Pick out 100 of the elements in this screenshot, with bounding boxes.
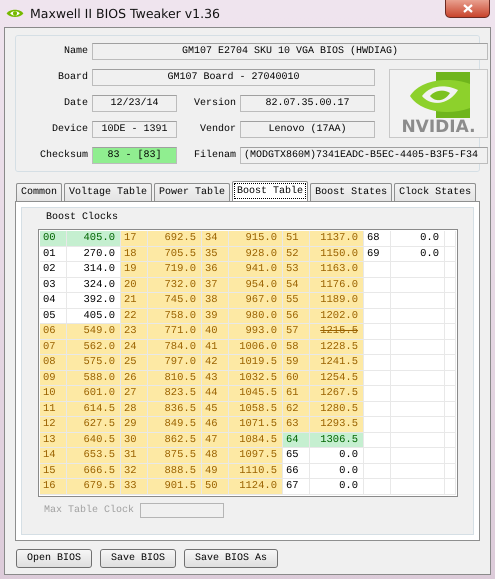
clock-cell[interactable]: 810.5	[148, 370, 202, 386]
clock-cell[interactable]: 1006.0	[229, 340, 283, 355]
clock-cell[interactable]: 1228.5	[310, 340, 364, 355]
index-cell: 68	[364, 231, 391, 246]
clock-cell[interactable]: 1084.5	[229, 432, 283, 448]
clock-cell[interactable]: 1202.0	[310, 308, 364, 324]
clock-cell[interactable]: 888.5	[148, 464, 202, 479]
clock-cell[interactable]: 915.0	[229, 231, 283, 246]
clock-cell[interactable]: 862.5	[148, 432, 202, 448]
index-cell: 21	[121, 293, 148, 308]
clock-cell[interactable]: 954.0	[229, 278, 283, 293]
clock-cell[interactable]: 836.5	[148, 402, 202, 417]
vendor-label: Vendor	[198, 124, 236, 135]
index-cell: 20	[121, 278, 148, 293]
tab[interactable]: Boost Table	[232, 181, 308, 201]
clock-cell[interactable]: 823.5	[148, 386, 202, 402]
clock-cell[interactable]: 1215.5	[310, 324, 364, 340]
clock-cell[interactable]: 1150.0	[310, 246, 364, 262]
filename-field[interactable]: (MODGTX860M)7341EADC-B5EC-4405-B3F5-F34	[240, 147, 488, 164]
clock-cell[interactable]: 405.0	[67, 308, 121, 324]
clock-cell[interactable]: 1267.5	[310, 386, 364, 402]
index-cell: 15	[40, 464, 67, 479]
clock-cell[interactable]: 679.5	[67, 479, 121, 494]
clock-cell[interactable]: 1045.5	[229, 386, 283, 402]
clock-cell[interactable]: 1058.5	[229, 402, 283, 417]
clock-cell[interactable]: 993.0	[229, 324, 283, 340]
tab[interactable]: Boost States	[310, 183, 392, 201]
clock-cell[interactable]: 666.5	[67, 464, 121, 479]
clock-cell[interactable]: 1280.5	[310, 402, 364, 417]
clock-cell[interactable]: 0.0	[391, 231, 445, 246]
clock-cell[interactable]: 1163.0	[310, 262, 364, 278]
clock-cell[interactable]: 1306.5	[310, 432, 364, 448]
clock-cell[interactable]: 1241.5	[310, 355, 364, 370]
clock-cell[interactable]: 719.0	[148, 262, 202, 278]
clock-cell[interactable]: 1019.5	[229, 355, 283, 370]
clock-cell[interactable]: 967.0	[229, 293, 283, 308]
index-cell: 45	[202, 402, 229, 417]
clock-cell[interactable]: 588.0	[67, 370, 121, 386]
clock-cell[interactable]: 692.5	[148, 231, 202, 246]
clock-cell[interactable]: 758.0	[148, 308, 202, 324]
clock-cell[interactable]: 1254.5	[310, 370, 364, 386]
clock-cell[interactable]: 549.0	[67, 324, 121, 340]
clock-cell[interactable]: 745.0	[148, 293, 202, 308]
clock-cell[interactable]: 1176.0	[310, 278, 364, 293]
name-field[interactable]: GM107 E2704 SKU 10 VGA BIOS (HWDIAG)	[92, 43, 488, 60]
clock-cell[interactable]: 1293.5	[310, 417, 364, 432]
clock-cell[interactable]: 901.5	[148, 479, 202, 494]
clock-cell[interactable]: 614.5	[67, 402, 121, 417]
clock-cell[interactable]: 575.0	[67, 355, 121, 370]
action-button[interactable]: Save BIOS	[100, 549, 176, 568]
clock-cell[interactable]: 771.0	[148, 324, 202, 340]
clock-cell[interactable]: 324.0	[67, 278, 121, 293]
clock-cell[interactable]: 1097.5	[229, 448, 283, 464]
clock-cell[interactable]: 928.0	[229, 246, 283, 262]
vendor-field[interactable]: Lenovo (17AA)	[240, 121, 375, 138]
clock-cell[interactable]: 270.0	[67, 246, 121, 262]
clock-cell[interactable]: 797.0	[148, 355, 202, 370]
board-field[interactable]: GM107 Board - 27040010	[92, 69, 375, 86]
index-cell: 02	[40, 262, 67, 278]
checksum-field[interactable]: 83 - [83]	[92, 147, 177, 164]
clock-cell[interactable]: 941.0	[229, 262, 283, 278]
tab[interactable]: Voltage Table	[64, 183, 152, 201]
clock-cell[interactable]: 0.0	[310, 479, 364, 494]
device-field[interactable]: 10DE - 1391	[92, 121, 177, 138]
index-cell: 50	[202, 479, 229, 494]
date-field[interactable]: 12/23/14	[92, 95, 177, 112]
tab[interactable]: Clock States	[394, 183, 476, 201]
clock-cell[interactable]: 640.5	[67, 432, 121, 448]
tab[interactable]: Common	[16, 183, 62, 201]
clock-cell[interactable]: 1137.0	[310, 231, 364, 246]
close-button[interactable]	[445, 0, 490, 18]
clock-cell[interactable]: 849.5	[148, 417, 202, 432]
clock-cell[interactable]: 0.0	[391, 246, 445, 262]
index-cell: 09	[40, 370, 67, 386]
clock-cell[interactable]: 392.0	[67, 293, 121, 308]
clock-cell[interactable]: 627.5	[67, 417, 121, 432]
clock-cell[interactable]: 1189.0	[310, 293, 364, 308]
clock-cell[interactable]: 1124.0	[229, 479, 283, 494]
clock-cell[interactable]: 562.0	[67, 340, 121, 355]
clock-cell[interactable]: 980.0	[229, 308, 283, 324]
version-field[interactable]: 82.07.35.00.17	[240, 95, 375, 112]
clock-cell[interactable]: 314.0	[67, 262, 121, 278]
clock-cell[interactable]: 601.0	[67, 386, 121, 402]
clock-cell[interactable]: 732.0	[148, 278, 202, 293]
clock-cell[interactable]: 1071.5	[229, 417, 283, 432]
clock-cell[interactable]: 1110.5	[229, 464, 283, 479]
clock-cell[interactable]: 0.0	[310, 448, 364, 464]
action-button[interactable]: Open BIOS	[16, 549, 92, 568]
clock-cell[interactable]: 1032.5	[229, 370, 283, 386]
action-button[interactable]: Save BIOS As	[184, 549, 278, 568]
version-label: Version	[192, 98, 236, 109]
clock-cell[interactable]: 705.5	[148, 246, 202, 262]
clock-cell[interactable]: 784.0	[148, 340, 202, 355]
tab[interactable]: Power Table	[154, 183, 230, 201]
index-cell: 46	[202, 417, 229, 432]
index-cell: 29	[121, 417, 148, 432]
clock-cell[interactable]: 405.0	[67, 231, 121, 246]
clock-cell[interactable]: 653.5	[67, 448, 121, 464]
clock-cell[interactable]: 0.0	[310, 464, 364, 479]
clock-cell[interactable]: 875.5	[148, 448, 202, 464]
